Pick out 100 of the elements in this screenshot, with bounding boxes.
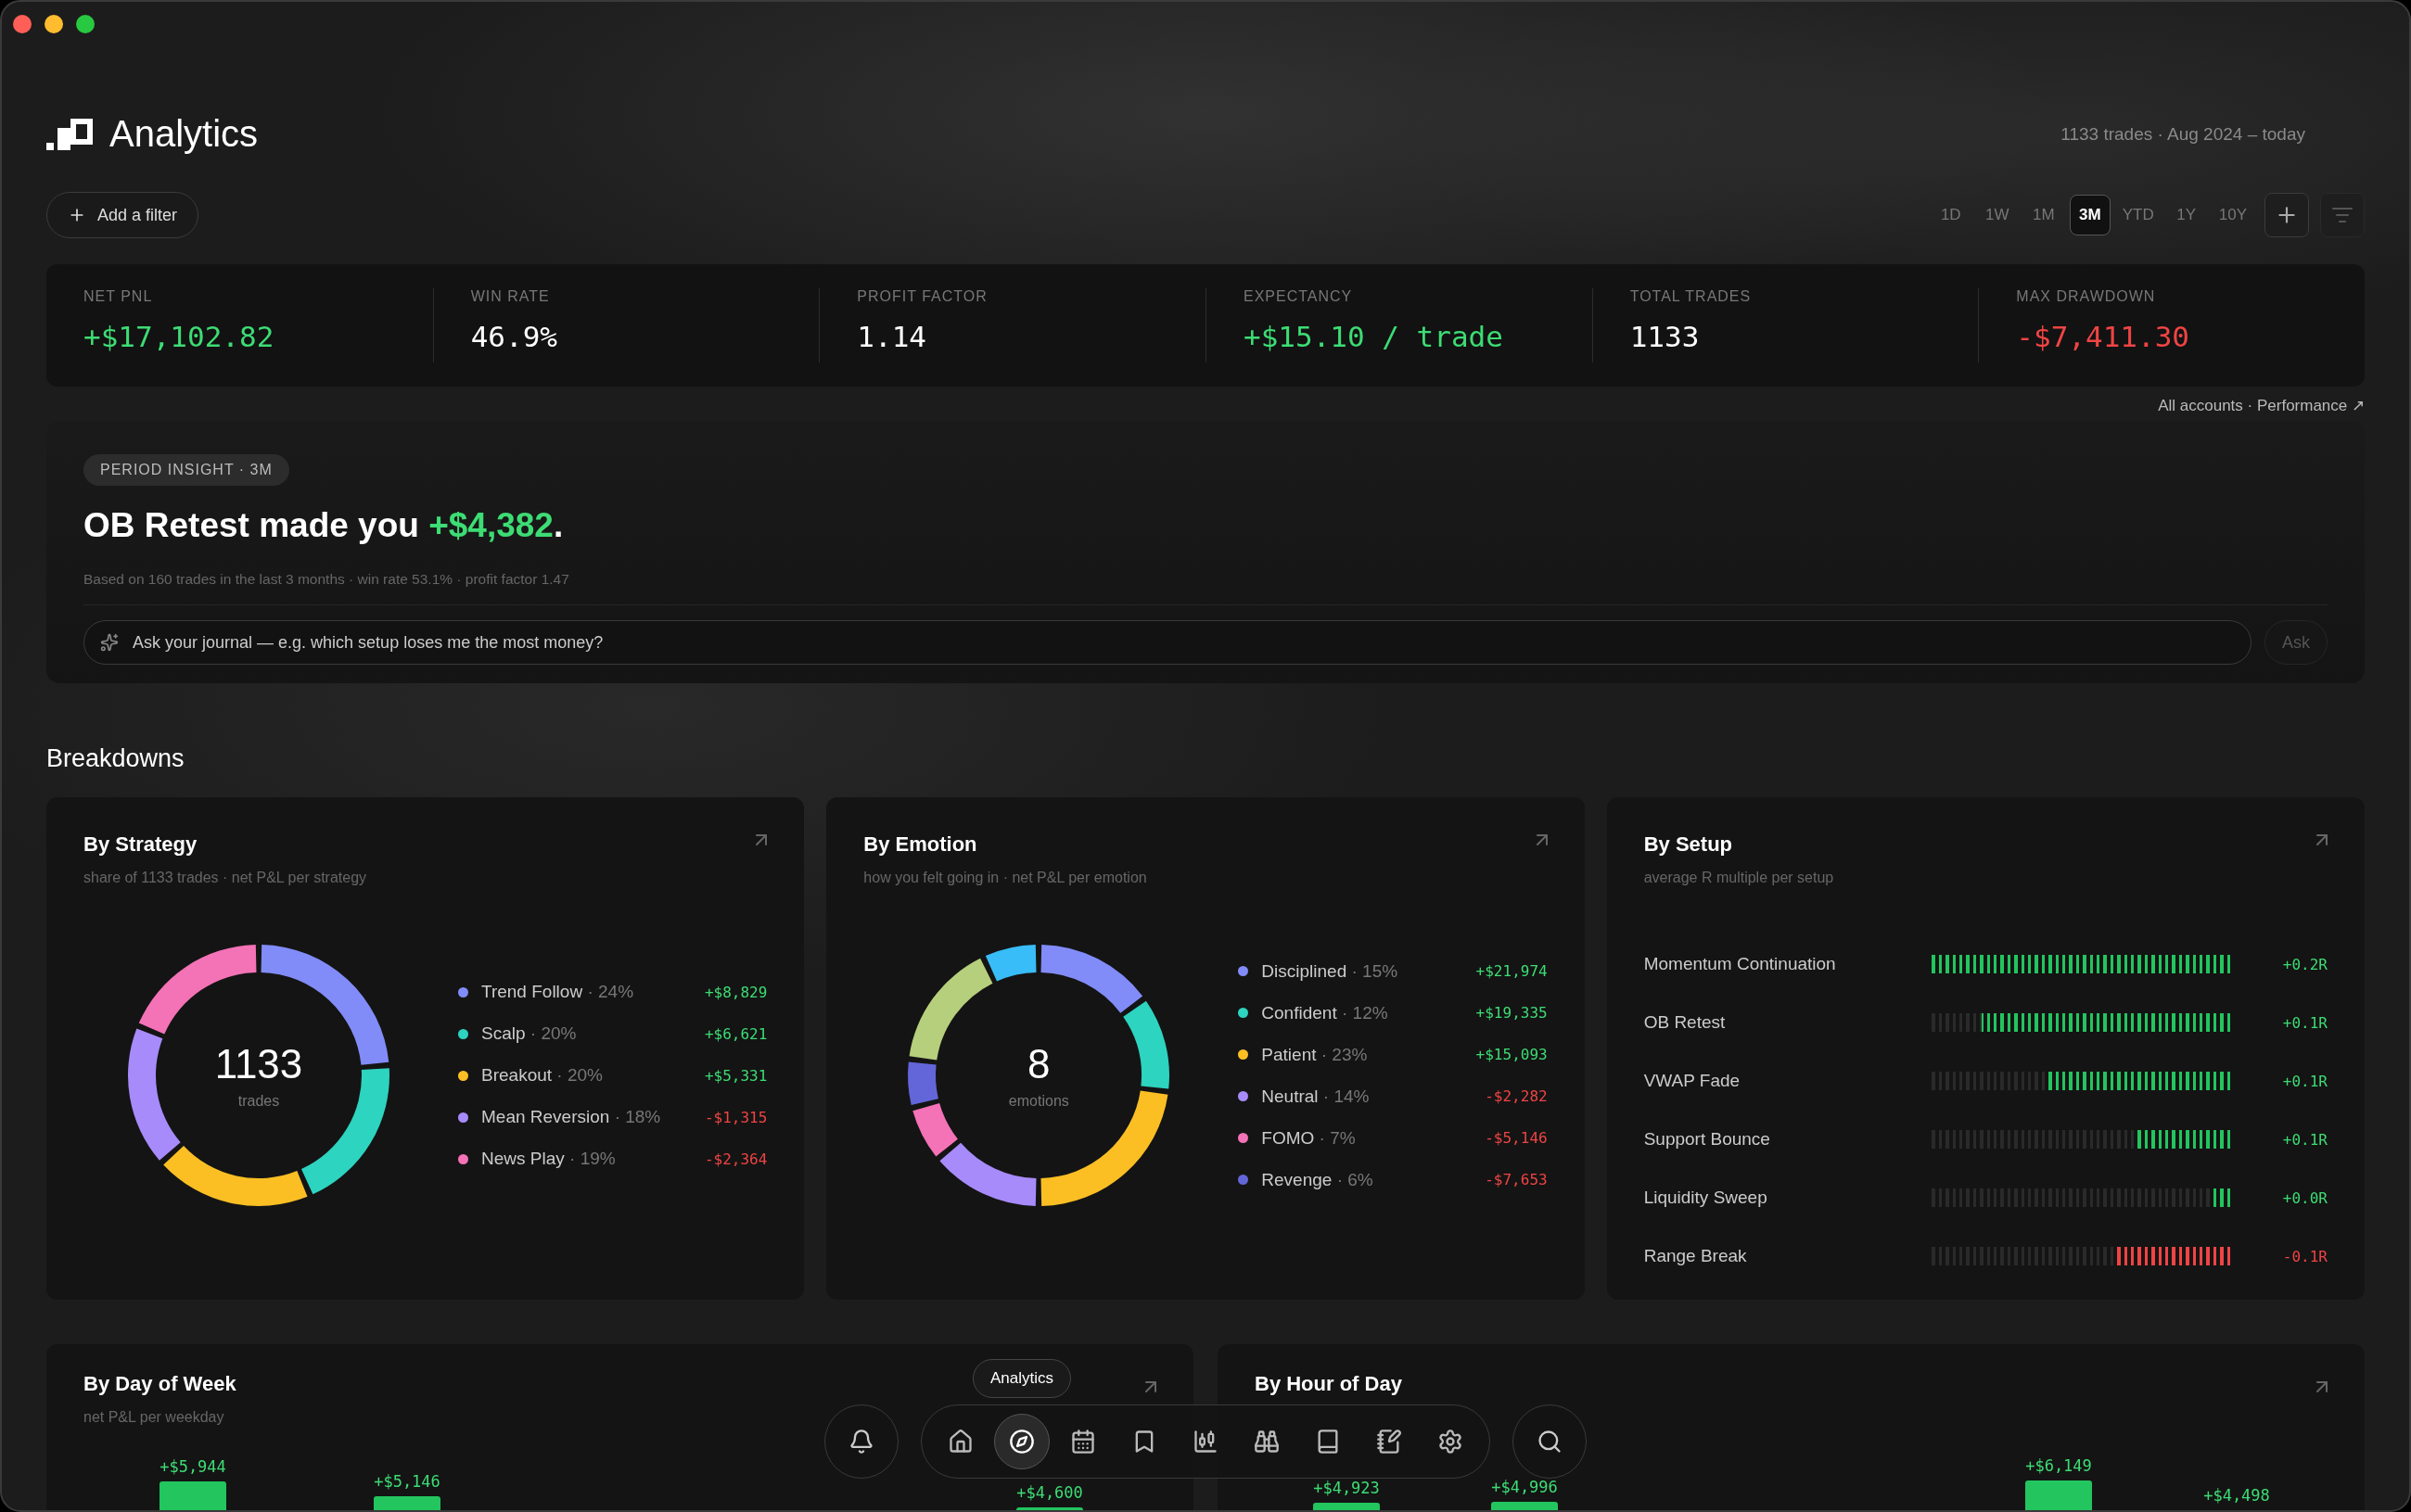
timeframe-tab[interactable]: 3M (2069, 195, 2111, 235)
candlestick-chart-icon (1193, 1429, 1218, 1455)
setup-value: +0.2R (2282, 955, 2328, 973)
timeframe-tab[interactable]: 1Y (2165, 195, 2207, 235)
ask-field[interactable]: Ask your journal — e.g. which setup loses me the most money? (83, 620, 2252, 665)
stat-value: 1.14 (857, 320, 927, 353)
setup-label: Momentum Continuation (1643, 954, 1837, 974)
section-title: Breakdowns (46, 744, 185, 773)
logo-icon (46, 118, 93, 150)
card-title: By Day of Week (83, 1372, 236, 1396)
legend-value: -$2,364 (704, 1150, 768, 1168)
bell-icon (848, 1429, 874, 1455)
insight-headline: OB Retest made you +$4,382. (83, 506, 565, 545)
binoculars-icon (1254, 1429, 1280, 1455)
bar (1313, 1503, 1380, 1510)
setup-label: Range Break (1643, 1246, 1748, 1266)
center-label: emotions (1008, 1093, 1069, 1110)
bar-value: +$4,600 (1016, 1483, 1083, 1502)
stat-value: 1133 (1629, 320, 1701, 353)
insight-badge: PERIOD INSIGHT · 3M (83, 454, 289, 486)
stat-label: TOTAL TRADES (1629, 288, 1753, 305)
legend-value: +$8,829 (704, 983, 768, 1001)
legend-label: News Play · 19% (481, 1149, 617, 1169)
timeframe-tab[interactable]: 10Y (2212, 195, 2253, 235)
setup-label: Liquidity Sweep (1643, 1188, 1768, 1208)
stat-label: EXPECTANCY (1244, 288, 1354, 305)
close-button[interactable] (13, 15, 32, 33)
notebook-icon (1376, 1429, 1402, 1455)
legend-value: -$5,146 (1485, 1129, 1548, 1147)
zoom-button[interactable] (76, 15, 95, 33)
setup-value: +0.0R (2282, 1188, 2328, 1207)
center-label: trades (237, 1093, 280, 1110)
legend-value: +$6,621 (704, 1024, 768, 1043)
legend-label: Confident · 12% (1261, 1002, 1389, 1023)
stat-value: -$7,411.30 (2016, 320, 2190, 353)
timeframe-tab[interactable]: YTD (2115, 195, 2161, 235)
sparkle-icon (100, 633, 119, 652)
insight-detail: Based on 160 trades in the last 3 months · win rate 53.1% · profit factor 1.47 (83, 571, 2328, 605)
card-subtitle: how you felt going in · net P&L per emotion (863, 870, 1147, 886)
legend-label: Patient · 23% (1261, 1044, 1369, 1065)
legend-value: -$2,282 (1485, 1087, 1548, 1105)
stat-value: +$17,102.82 (83, 320, 275, 353)
stat-label: MAX DRAWDOWN (2016, 288, 2157, 305)
legend-value: -$7,653 (1485, 1171, 1548, 1188)
legend-label: Breakout · 20% (481, 1065, 604, 1086)
legend-label: Neutral · 14% (1261, 1086, 1371, 1107)
legend-value: +$19,335 (1475, 1004, 1548, 1022)
page-title: Analytics (109, 113, 259, 155)
card-title: By Strategy (83, 832, 198, 857)
setup-label: VWAP Fade (1643, 1071, 1741, 1091)
minimize-button[interactable] (45, 15, 63, 33)
performance-link[interactable]: All accounts · Performance ↗ (2158, 396, 2365, 415)
setup-label: Support Bounce (1643, 1129, 1771, 1150)
timeframe-tab[interactable]: 1M (2022, 195, 2064, 235)
setup-label: OB Retest (1643, 1012, 1727, 1033)
setup-value: +0.1R (2282, 1013, 2328, 1032)
legend-label: Revenge · 6% (1261, 1169, 1374, 1190)
stat-label: WIN RATE (470, 288, 551, 305)
add-filter-button[interactable]: Add a filter (46, 192, 199, 238)
center-value: 1133 (214, 1041, 303, 1087)
setup-value: +0.1R (2282, 1130, 2328, 1149)
bar-value: +$4,498 (2203, 1486, 2270, 1505)
stat-value: 46.9% (470, 320, 558, 353)
legend-label: Scalp · 20% (481, 1023, 578, 1044)
card-subtitle: net P&L per weekday (83, 1409, 224, 1426)
timeframe-tab[interactable]: 1D (1930, 195, 1971, 235)
tooltip: Analytics (973, 1359, 1071, 1398)
legend-value: -$1,315 (704, 1108, 768, 1126)
legend-label: Trend Follow · 24% (481, 982, 635, 1002)
center-value: 8 (1027, 1041, 1051, 1087)
compass-icon (1009, 1429, 1035, 1455)
setup-value: +0.1R (2282, 1072, 2328, 1090)
settings-icon (1437, 1429, 1463, 1455)
legend-label: Disciplined · 15% (1261, 960, 1399, 982)
card-subtitle: share of 1133 trades · net P&L per strategy (83, 870, 367, 886)
home-icon (948, 1429, 974, 1455)
stat-value: +$15.10 / trade (1244, 320, 1504, 353)
add-button[interactable] (2264, 193, 2309, 237)
legend-value: +$15,093 (1475, 1046, 1548, 1063)
date-range: 1133 trades · Aug 2024 – today (2060, 123, 2305, 145)
bar-value: +$4,996 (1491, 1478, 1558, 1496)
legend-value: +$21,974 (1475, 962, 1548, 980)
calendar-icon (1070, 1429, 1096, 1455)
timeframe-tab[interactable]: 1W (1976, 195, 2018, 235)
ask-button[interactable]: Ask (2264, 620, 2328, 665)
bar-value: +$6,149 (2025, 1456, 2092, 1475)
card-title: By Hour of Day (1255, 1372, 1402, 1396)
setup-value: -0.1R (2282, 1247, 2328, 1265)
legend-value: +$5,331 (704, 1066, 768, 1085)
bar (1491, 1502, 1558, 1510)
stat-label: NET PNL (83, 288, 154, 305)
card-title: By Emotion (863, 832, 977, 857)
bar-value: +$4,923 (1313, 1479, 1380, 1497)
bar (159, 1481, 226, 1510)
stat-label: PROFIT FACTOR (857, 288, 989, 305)
bar (374, 1496, 440, 1510)
bar (2025, 1480, 2092, 1510)
search-icon (1537, 1429, 1563, 1455)
card-title: By Setup (1643, 832, 1732, 857)
legend-label: FOMO · 7% (1261, 1127, 1357, 1149)
